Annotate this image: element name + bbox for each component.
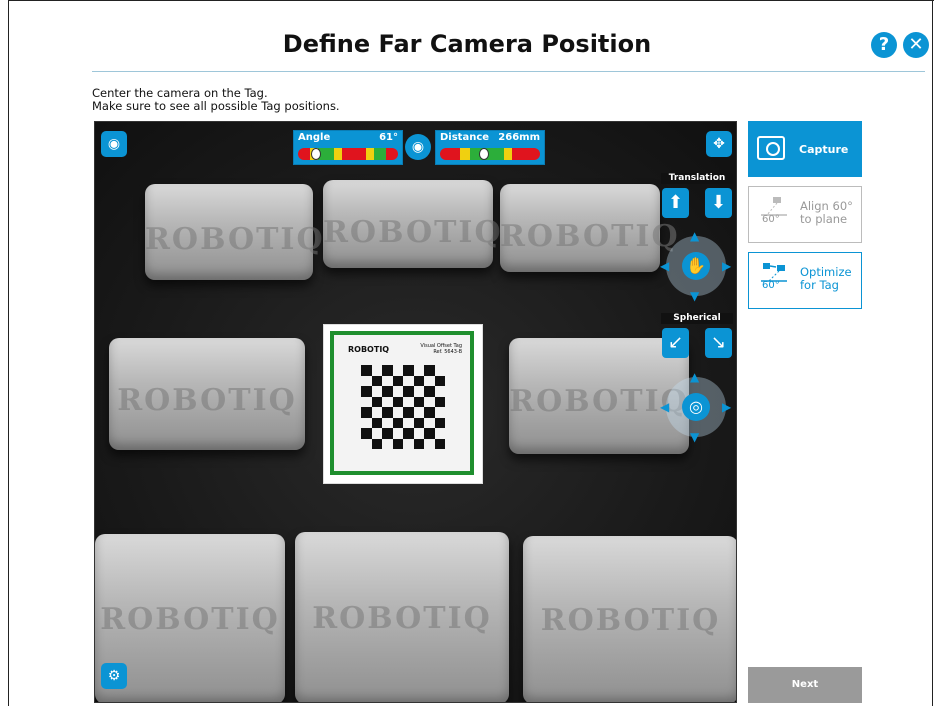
view-toggle-icon[interactable]: ◉ [405,134,431,160]
align-label: Align 60° to plane [800,200,853,226]
translation-pad[interactable]: ▲ ▼ ◀ ▶ ✋ [660,230,731,302]
arrow-down-icon[interactable]: ▼ [690,290,699,302]
tag-caption-line-2: Ref. 5643-B [433,349,462,355]
angle-indicator [311,148,321,160]
gripper-block: ROBOTIQ [500,184,680,272]
calibration-tag: ROBOTIQ Visual Offset Tag Ref. 5643-B [323,324,483,484]
angle-value: 61° [379,132,398,143]
checkerboard [361,365,445,449]
next-button[interactable]: Next [748,667,862,703]
distance-value: 266mm [498,132,540,143]
block-engraving: ROBOTIQ [117,382,297,418]
camera-icon [757,136,785,160]
block-engraving: ROBOTIQ [312,600,492,636]
spherical-pad[interactable]: ▲ ▼ ◀ ▶ ◎ [660,371,731,443]
translation-up-button[interactable]: ⬆ [662,188,689,218]
angle-label: Angle [298,132,331,143]
tag-caption: Visual Offset Tag Ref. 5643-B [420,343,462,355]
distance-meter: Distance 266mm [435,130,545,165]
align-degree: 60° [762,214,780,225]
arrow-left-icon[interactable]: ◀ [660,260,669,272]
block-engraving: ROBOTIQ [145,222,325,258]
gripper-block: ROBOTIQ [523,536,736,702]
move-icon[interactable]: ✥ [706,131,732,157]
optimize-label-line-2: for Tag [800,278,839,292]
arrow-down-icon[interactable]: ▼ [690,431,699,443]
help-button[interactable]: ? [871,32,897,58]
tag-detection-border: ROBOTIQ Visual Offset Tag Ref. 5643-B [330,331,474,475]
arrow-left-icon[interactable]: ◀ [660,401,669,413]
gripper-block: ROBOTIQ [145,184,325,280]
instructions: Center the camera on the Tag. Make sure … [92,87,340,113]
arrow-up-icon[interactable]: ▲ [690,230,699,242]
distance-indicator [479,148,489,160]
optimize-for-tag-button[interactable]: 60° Optimize for Tag [748,252,862,309]
arrow-right-icon[interactable]: ▶ [722,260,731,272]
optimize-label: Optimize for Tag [800,266,852,292]
angle-meter: Angle 61° [293,130,403,165]
camera-view[interactable]: ROBOTIQ ROBOTIQ ROBOTIQ ROBOTIQ ROBOTIQ … [94,121,737,703]
angle-bar [298,148,398,160]
eye-icon[interactable]: ◉ [101,131,127,157]
arrow-right-icon[interactable]: ▶ [722,401,731,413]
gripper-block: ROBOTIQ [295,532,509,702]
spherical-rotate-right-button[interactable]: ↘ [705,328,732,358]
spherical-label: Spherical [661,313,733,324]
distance-bar [440,148,540,160]
translation-down-button[interactable]: ⬇ [705,188,732,218]
block-engraving: ROBOTIQ [500,219,680,255]
distance-label: Distance [440,132,490,143]
translation-label: Translation [661,173,733,184]
align-label-line-2: to plane [800,212,848,226]
capture-button[interactable]: Capture [748,121,862,177]
sphere-icon[interactable]: ◎ [682,393,710,421]
spherical-rotate-left-button[interactable]: ↙ [662,328,689,358]
block-engraving: ROBOTIQ [323,215,503,251]
header-separator [92,71,925,72]
block-engraving: ROBOTIQ [100,602,280,637]
hand-icon[interactable]: ✋ [682,252,710,280]
page-title: Define Far Camera Position [282,30,652,58]
optimize-degree: 60° [762,280,780,291]
camera-settings-icon[interactable]: ⚙ [101,663,127,689]
block-engraving: ROBOTIQ [540,603,721,639]
instruction-line-2: Make sure to see all possible Tag positi… [92,99,340,113]
arrow-up-icon[interactable]: ▲ [690,371,699,383]
capture-label: Capture [799,143,849,156]
tag-brand: ROBOTIQ [348,345,390,354]
gripper-block: ROBOTIQ [323,180,503,268]
align-to-plane-button[interactable]: 60° Align 60° to plane [748,186,862,243]
close-button[interactable]: ✕ [903,32,929,58]
gripper-block: ROBOTIQ [109,338,305,450]
